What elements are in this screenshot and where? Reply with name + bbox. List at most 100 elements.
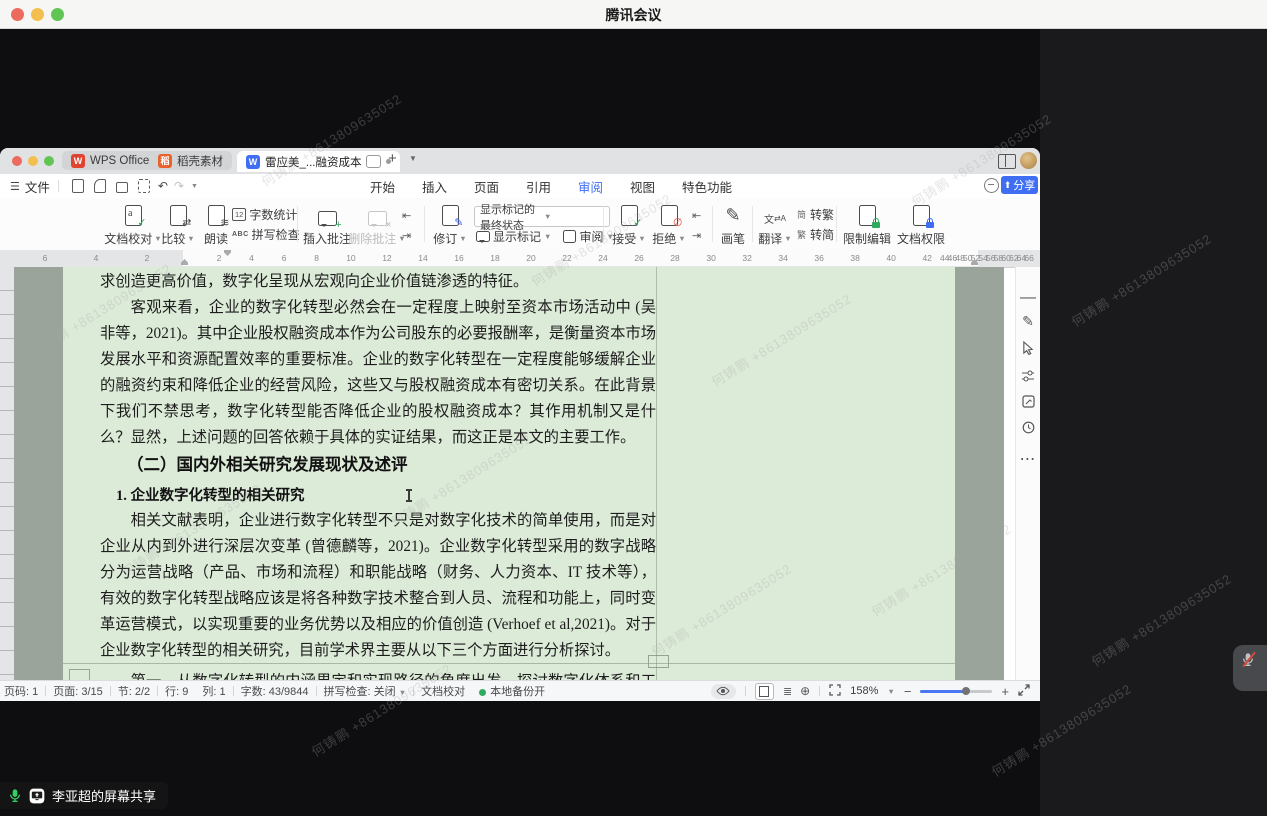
meeting-app-title: 腾讯会议: [0, 5, 1267, 25]
tab-document-active[interactable]: W 雷应美_...融资成本: [237, 151, 400, 172]
eye-icon: [716, 686, 730, 696]
wps-account-avatar[interactable]: [1020, 152, 1037, 169]
ruler-number: 66: [1024, 253, 1032, 263]
ruler-number: 50: [963, 253, 971, 263]
menu-special-features[interactable]: 特色功能: [682, 177, 732, 196]
ruler-number: 60: [1001, 253, 1009, 263]
save-icon[interactable]: [72, 179, 84, 193]
menu-review-active[interactable]: 审阅: [578, 177, 603, 196]
zoom-out-button[interactable]: −: [904, 684, 912, 699]
doc-paragraph: 客观来看，企业的数字化转型必然会在一定程度上映射至资本市场活动中 (吴非等，20…: [100, 295, 656, 451]
zoom-in-button[interactable]: +: [1001, 684, 1009, 699]
ink-brush-button[interactable]: ✎ 画笔: [714, 203, 752, 247]
next-revision-icon: ⇥: [692, 229, 701, 242]
more-tools-icon[interactable]: ⋯: [1016, 449, 1040, 469]
undo-icon[interactable]: ↶: [158, 179, 168, 193]
fullscreen-button[interactable]: [1018, 684, 1030, 699]
reject-revision-button[interactable]: ∅ 拒绝▼: [648, 203, 690, 247]
collapse-strip-icon[interactable]: —: [1016, 289, 1040, 307]
next-comment-button[interactable]: ⇥: [402, 227, 411, 244]
wps-share-button[interactable]: ⬆ 分享: [1001, 176, 1038, 194]
side-by-side-pages-icon[interactable]: [998, 154, 1016, 169]
backup-on-dot-icon: [479, 689, 486, 696]
new-tab-button[interactable]: +: [388, 150, 397, 167]
wps-close-button[interactable]: [12, 156, 22, 166]
status-local-backup[interactable]: 本地备份开: [479, 683, 545, 699]
delete-comment-button-disabled[interactable]: × 删除批注▼: [350, 203, 404, 247]
convert-stack: 简 转繁 繁 转简: [797, 206, 834, 243]
menu-reference[interactable]: 引用: [526, 177, 551, 196]
menu-insert[interactable]: 插入: [422, 177, 447, 196]
tab-docer[interactable]: 稻 稻壳素材: [149, 151, 232, 170]
menu-home[interactable]: 开始: [370, 177, 395, 196]
document-canvas[interactable]: 求创造更高价值，数字化呈现从宏观向企业价值链渗透的特征。 客观来看，企业的数字化…: [14, 267, 1004, 681]
hamburger-icon[interactable]: ☰: [10, 180, 20, 193]
select-cursor-icon[interactable]: [1016, 341, 1040, 360]
track-changes-button[interactable]: ✎ 修订▼: [428, 203, 472, 247]
accept-revision-button[interactable]: ✓ 接受▼: [608, 203, 650, 247]
ocr-extract-icon[interactable]: [1016, 395, 1040, 413]
vertical-ruler[interactable]: [0, 267, 15, 681]
zoom-caret-icon[interactable]: ▼: [887, 687, 894, 696]
history-clock-icon[interactable]: [1016, 421, 1040, 439]
zoom-slider[interactable]: [920, 690, 992, 693]
file-menu[interactable]: 文件: [25, 177, 50, 196]
simplified-to-traditional-button[interactable]: 简 转繁: [797, 206, 834, 223]
quickbar-caret-icon[interactable]: ▼: [191, 183, 198, 190]
fit-page-button[interactable]: [829, 684, 841, 699]
page-view-button[interactable]: [755, 683, 774, 700]
markup-state-dropdown[interactable]: 显示标记的最终状态 ▼: [474, 206, 610, 227]
doc-permission-button[interactable]: 文档权限: [894, 203, 948, 247]
ruler-number: 40: [886, 253, 895, 263]
word-count-button[interactable]: 12 字数统计: [232, 206, 297, 223]
review-pane-button[interactable]: 审阅▼: [563, 228, 613, 245]
ruler-number: 54: [978, 253, 986, 263]
tab-list-caret-icon[interactable]: ▼: [409, 154, 417, 163]
next-revision-button[interactable]: ⇥: [692, 227, 701, 244]
eye-protection-button[interactable]: [711, 684, 736, 699]
insert-comment-button[interactable]: + 插入批注: [300, 203, 354, 247]
markup-review-row: 显示标记▼ 审阅▼: [476, 228, 614, 245]
comment-bubble-icon[interactable]: [366, 155, 381, 168]
ruler-number: 34: [778, 253, 787, 263]
previous-comment-button[interactable]: ⇤: [402, 207, 411, 224]
outline-view-icon[interactable]: ≣: [783, 685, 791, 698]
menu-view[interactable]: 视图: [630, 177, 655, 196]
compare-button[interactable]: ⇄ 比较▼: [158, 203, 198, 247]
document-page[interactable]: 求创造更高价值，数字化呈现从宏观向企业价值链渗透的特征。 客观来看，企业的数字化…: [63, 267, 955, 681]
wps-zoom-button[interactable]: [44, 156, 54, 166]
delete-comment-icon: ×: [368, 211, 387, 226]
status-spell-check[interactable]: 拼写检查: 关闭 ▼: [324, 683, 407, 699]
read-aloud-button[interactable]: ≋ 朗读: [196, 203, 236, 247]
theme-skin-icon[interactable]: [984, 178, 999, 193]
status-word-count[interactable]: 字数: 43/9844: [241, 683, 309, 699]
status-doc-proof[interactable]: 文档校对: [421, 683, 465, 699]
docer-logo-icon: 稻: [158, 154, 172, 168]
ruler-number: 62: [1009, 253, 1017, 263]
print-preview-icon[interactable]: [138, 179, 150, 193]
horizontal-ruler[interactable]: 642 246810121416182022242628303234363840…: [0, 250, 1040, 268]
participants-sidebar: 李亚超正在共享 何铸鹏 席晶: [1040, 28, 1267, 816]
restrict-editing-button[interactable]: 限制编辑: [840, 203, 894, 247]
spell-check-button[interactable]: ABC 拼写检查▼: [232, 226, 310, 243]
translate-button[interactable]: 文⇄A 翻译▼: [754, 203, 796, 247]
redo-icon[interactable]: ↷: [174, 179, 184, 193]
settings-sliders-icon[interactable]: [1016, 369, 1040, 387]
web-layout-icon[interactable]: ⊕: [800, 684, 810, 698]
show-markup-button[interactable]: 显示标记▼: [476, 228, 551, 245]
doc-proofing-button[interactable]: a✓ 文档校对▼: [104, 203, 162, 247]
previous-revision-button[interactable]: ⇤: [692, 207, 701, 224]
export-pdf-icon[interactable]: [94, 179, 106, 193]
divider: [233, 686, 234, 696]
traditional-to-simplified-button[interactable]: 繁 转简: [797, 226, 834, 243]
zoom-slider-knob[interactable]: [962, 687, 970, 695]
tab-wps-home[interactable]: W WPS Office: [62, 151, 158, 170]
screen-share-status-badge[interactable]: 李亚超的屏幕共享: [0, 782, 168, 809]
floating-mic-panel[interactable]: [1233, 645, 1267, 691]
zoom-level-value[interactable]: 158%: [850, 685, 878, 697]
menu-page[interactable]: 页面: [474, 177, 499, 196]
print-icon[interactable]: [116, 182, 128, 193]
wps-minimize-button[interactable]: [28, 156, 38, 166]
divider: [712, 206, 713, 242]
annotate-pen-icon[interactable]: ✎: [1016, 313, 1040, 330]
